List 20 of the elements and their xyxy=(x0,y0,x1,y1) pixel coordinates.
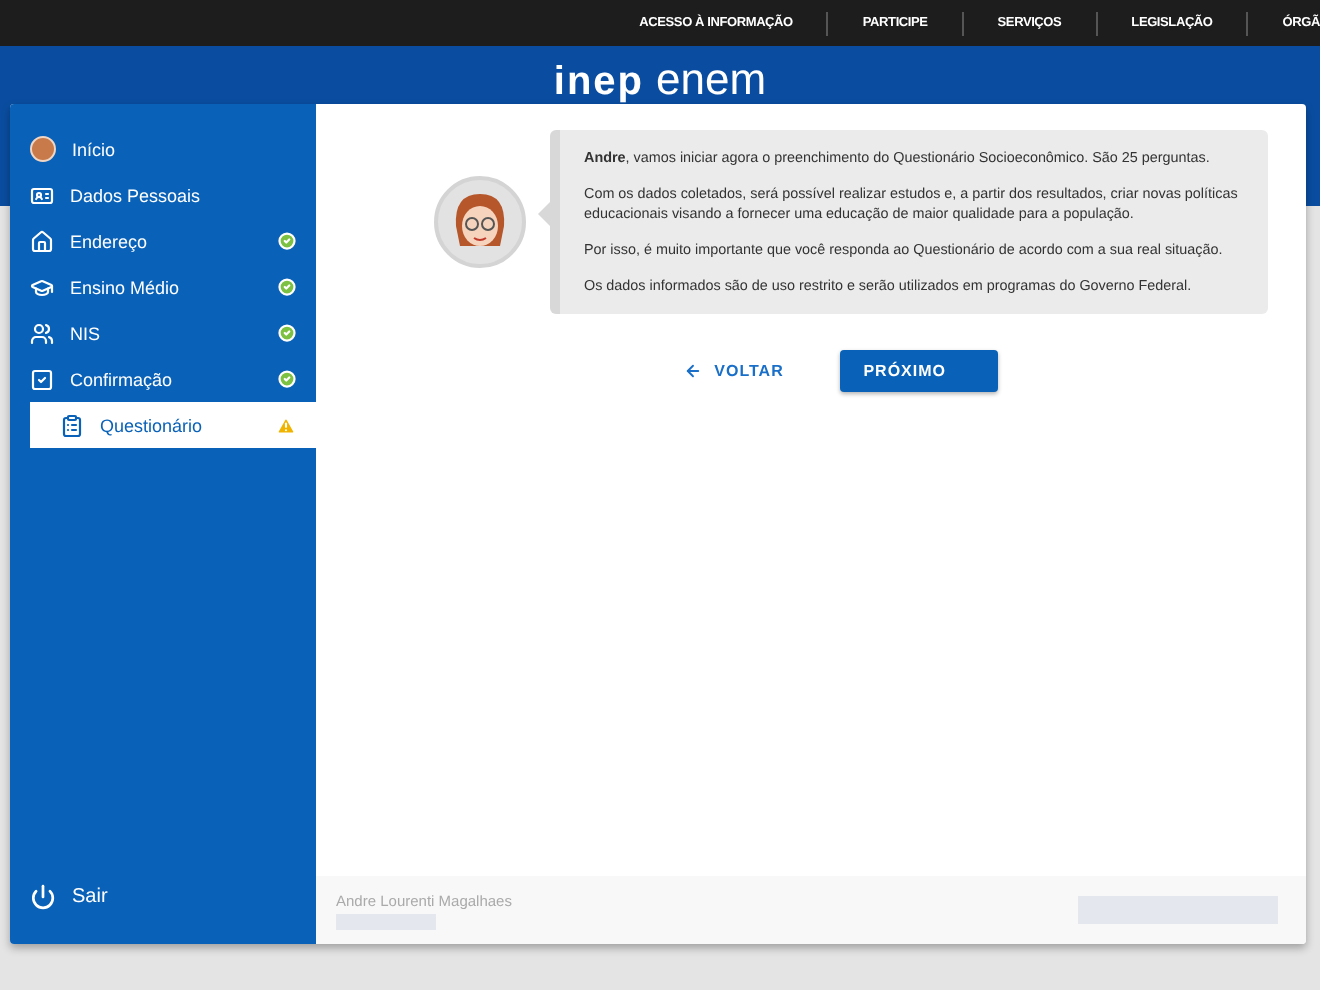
arrow-left-icon xyxy=(684,362,703,380)
sidebar-item[interactable]: Início xyxy=(10,126,316,172)
avatar-icon xyxy=(30,136,56,162)
sidebar-item[interactable]: Questionário xyxy=(30,402,316,448)
back-button[interactable]: VOLTAR xyxy=(664,350,804,392)
power-icon xyxy=(30,883,56,909)
clipboard-icon xyxy=(60,413,84,437)
next-button[interactable]: PRÓXIMO xyxy=(839,350,998,392)
sidebar-item[interactable]: Dados Pessoais xyxy=(10,172,316,218)
sidebar-item[interactable]: Confirmação xyxy=(10,356,316,402)
house-icon xyxy=(30,229,54,253)
logout-button[interactable]: Sair xyxy=(10,872,316,920)
people-icon xyxy=(30,321,54,345)
checkbox-icon xyxy=(30,367,54,391)
sidebar-item[interactable]: Endereço xyxy=(10,218,316,264)
sidebar-item[interactable]: Ensino Médio xyxy=(10,264,316,310)
sidebar-item[interactable]: NIS xyxy=(10,310,316,356)
graduation-cap-icon xyxy=(30,275,54,299)
id-card-icon xyxy=(30,183,54,207)
logo: inep enem xyxy=(553,58,767,102)
